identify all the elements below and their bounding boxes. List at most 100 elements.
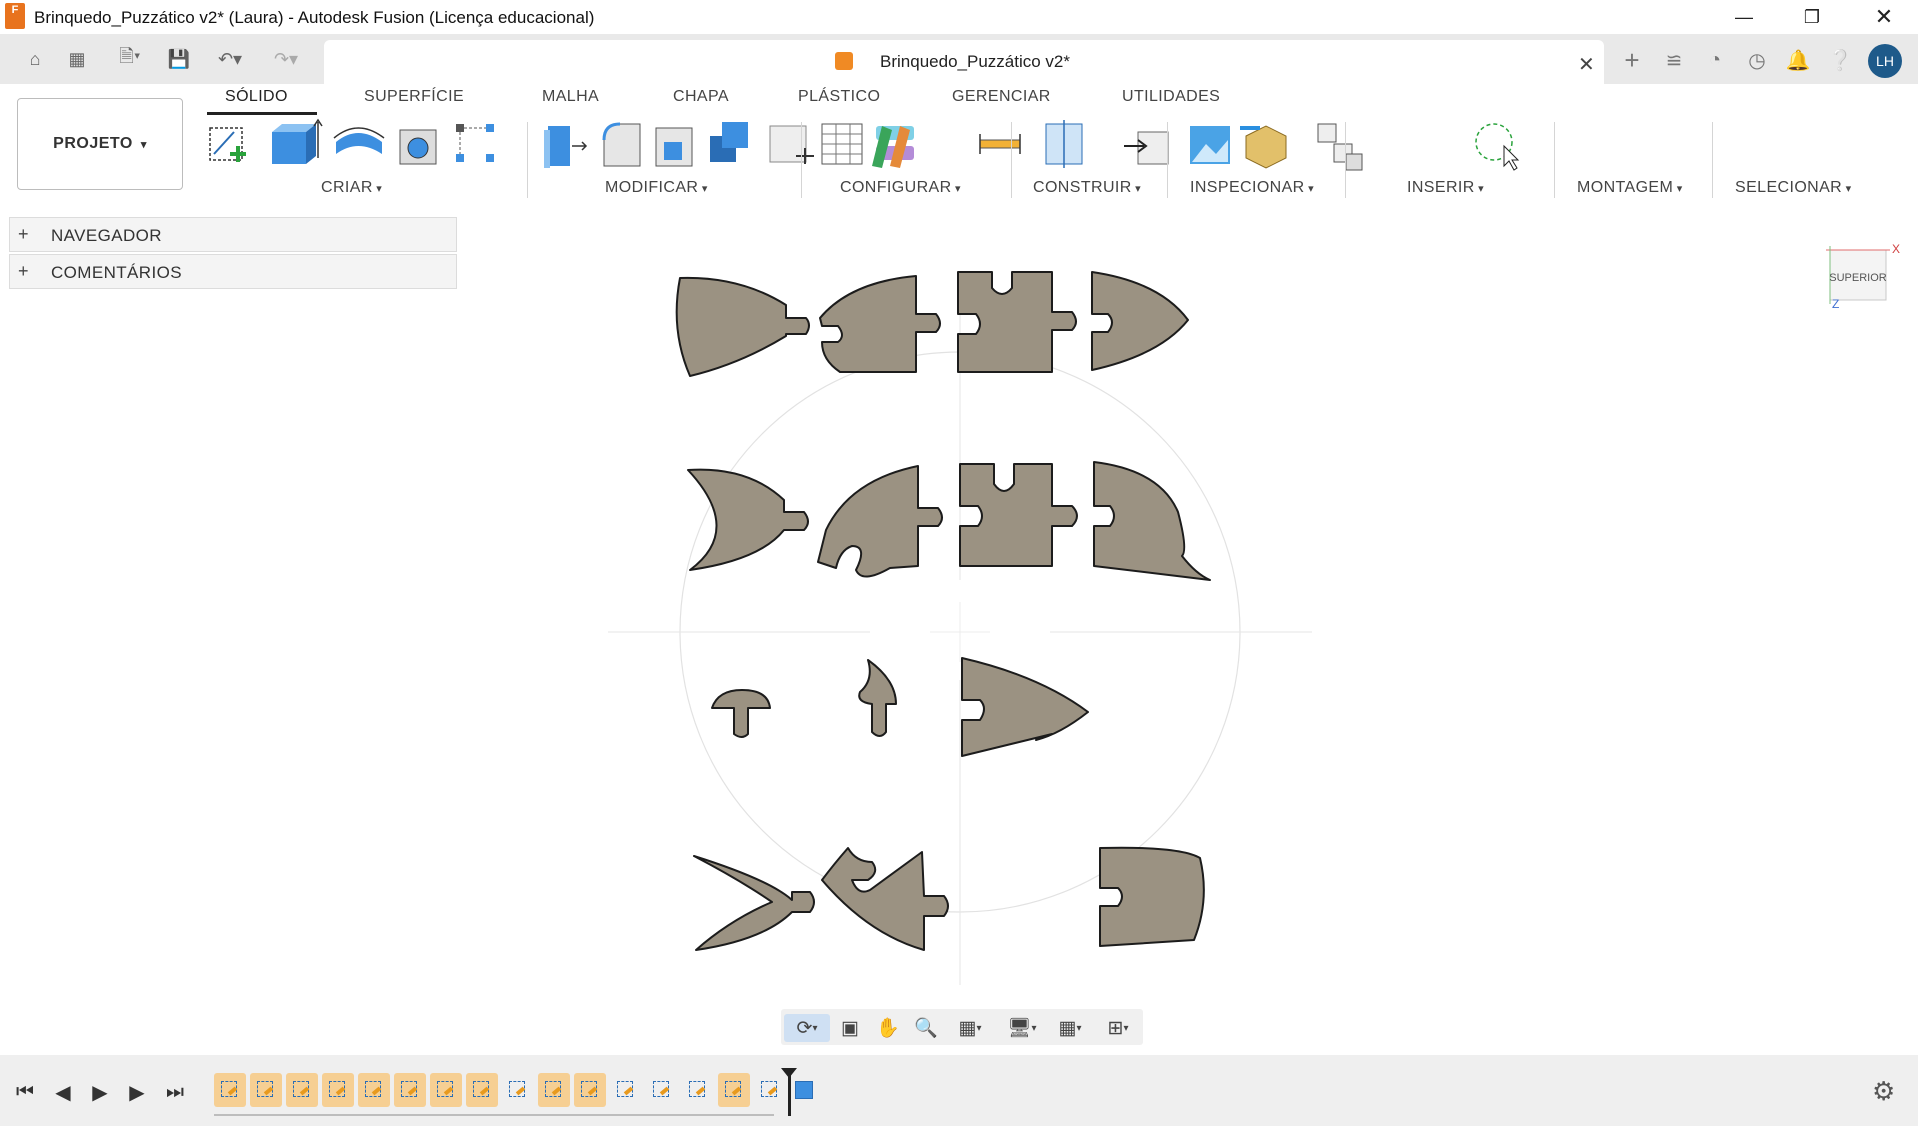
group-configurar[interactable]: CONFIGURAR	[840, 179, 961, 197]
configuration-grid-icon[interactable]	[821, 123, 863, 165]
puzzle-piece	[821, 847, 949, 951]
viewports-icon[interactable]: ⊞ ▾	[1096, 1014, 1140, 1042]
step-forward-icon[interactable]: ▶	[121, 1076, 153, 1108]
fit-window-icon[interactable]: ▦ ▾	[950, 1014, 990, 1042]
extrude-icon[interactable]	[272, 118, 323, 164]
ribbon-separator	[1011, 122, 1012, 198]
grid-settings-icon[interactable]: ▦ ▾	[1050, 1014, 1090, 1042]
step-back-icon[interactable]: ◀	[47, 1076, 79, 1108]
timeline-sketch-feature[interactable]	[574, 1073, 606, 1107]
pan-hand-icon[interactable]: ✋	[873, 1014, 903, 1042]
timeline-extrude-feature[interactable]	[790, 1073, 816, 1107]
timeline-sketch-feature[interactable]	[646, 1073, 678, 1107]
timeline-sketch-feature[interactable]	[430, 1073, 462, 1107]
extensions-icon[interactable]: ≌	[1660, 46, 1688, 74]
tab-utilidades[interactable]: UTILIDADES	[1122, 88, 1220, 106]
axis-x-label: X	[1892, 242, 1900, 256]
ribbon-tool-icons	[209, 118, 1520, 171]
close-window-button[interactable]: ✕	[1855, 0, 1913, 34]
revolve-icon[interactable]	[333, 127, 385, 154]
group-modificar[interactable]: MODIFICAR	[605, 179, 708, 197]
timeline-sketch-feature[interactable]	[250, 1073, 282, 1107]
minimize-button[interactable]: —	[1715, 0, 1773, 34]
help-icon[interactable]: ❔	[1826, 46, 1854, 74]
tab-superficie[interactable]: SUPERFÍCIE	[364, 88, 464, 106]
timeline-sketch-feature[interactable]	[718, 1073, 750, 1107]
viewcube[interactable]: X Z SUPERIOR	[1820, 240, 1900, 312]
measure-icon[interactable]	[979, 134, 1021, 154]
tab-plastico[interactable]: PLÁSTICO	[798, 88, 880, 106]
redo-icon[interactable]: ↷▾	[264, 44, 308, 74]
group-criar[interactable]: CRIAR	[321, 179, 382, 197]
timeline-sketch-feature[interactable]	[538, 1073, 570, 1107]
shell-icon[interactable]	[399, 129, 437, 165]
history-clock-icon[interactable]: ◷	[1743, 46, 1771, 74]
document-tab-title: Brinquedo_Puzzático v2*	[880, 52, 1070, 71]
tab-malha[interactable]: MALHA	[542, 88, 599, 106]
new-tab-plus-icon[interactable]: +	[1618, 45, 1646, 75]
user-avatar[interactable]: LH	[1868, 44, 1902, 78]
puzzle-piece	[817, 465, 943, 578]
puzzle-piece	[819, 275, 941, 373]
title-bar: F Brinquedo_Puzzático v2* (Laura) - Auto…	[0, 0, 1918, 34]
look-at-icon[interactable]: ▣	[835, 1014, 865, 1042]
timeline-sketch-feature[interactable]	[214, 1073, 246, 1107]
restore-button[interactable]: ❐	[1783, 0, 1841, 34]
close-tab-icon[interactable]: ✕	[1578, 52, 1595, 77]
3d-viewport[interactable]	[0, 204, 1918, 1056]
combine-icon[interactable]	[710, 122, 748, 162]
timeline-sketch-feature[interactable]	[394, 1073, 426, 1107]
timeline-sketch-feature[interactable]	[286, 1073, 318, 1107]
home-icon[interactable]: ⌂	[20, 44, 50, 74]
insert-canvas-icon[interactable]	[1190, 126, 1230, 164]
group-construir[interactable]: CONSTRUIR	[1033, 179, 1141, 197]
new-component-icon[interactable]	[1317, 123, 1363, 171]
data-panel-grid-icon[interactable]: ▦	[62, 44, 92, 74]
timeline-sketch-feature[interactable]	[682, 1073, 714, 1107]
display-settings-icon[interactable]: 🖥 ▾	[1000, 1014, 1044, 1042]
timeline-sketch-feature[interactable]	[502, 1073, 534, 1107]
tab-gerenciar[interactable]: GERENCIAR	[952, 88, 1051, 106]
press-pull-icon[interactable]	[544, 126, 588, 168]
notifications-bell-icon[interactable]: 🔔	[1784, 46, 1812, 74]
section-analysis-icon[interactable]	[1045, 120, 1083, 168]
go-to-end-icon[interactable]: ⏭	[159, 1076, 191, 1108]
configure-table-icon[interactable]	[769, 125, 814, 164]
undo-icon[interactable]: ↶▾	[208, 44, 252, 74]
zoom-icon[interactable]: 🔍	[911, 1014, 941, 1042]
timeline-sketch-feature[interactable]	[358, 1073, 390, 1107]
play-icon[interactable]: ▶	[84, 1076, 116, 1108]
group-inserir[interactable]: INSERIR	[1407, 179, 1484, 197]
tab-solido[interactable]: SÓLIDO	[225, 88, 288, 106]
select-lasso-icon[interactable]	[1475, 123, 1520, 171]
group-selecionar[interactable]: SELECIONAR	[1735, 179, 1852, 197]
pattern-icon[interactable]	[456, 124, 494, 162]
document-tab[interactable]: Brinquedo_Puzzático v2*	[324, 40, 1604, 84]
file-menu-icon[interactable]: 🗎▾	[108, 44, 152, 74]
fillet-icon[interactable]	[602, 122, 641, 167]
puzzle-piece	[687, 468, 809, 571]
ribbon-separator	[1712, 122, 1713, 198]
workspace-switcher-button[interactable]: PROJETO ▾	[17, 98, 183, 190]
insert-derive-icon[interactable]	[1124, 131, 1169, 165]
timeline-sketch-feature[interactable]	[754, 1073, 786, 1107]
ribbon-separator	[1345, 122, 1346, 198]
job-status-icon[interactable]: ◔	[1701, 46, 1729, 74]
chamfer-icon[interactable]	[655, 127, 693, 167]
puzzle-piece	[1093, 461, 1211, 581]
timeline-sketch-feature[interactable]	[610, 1073, 642, 1107]
orbit-icon[interactable]: ⟳ ▾	[784, 1014, 830, 1042]
tab-chapa[interactable]: CHAPA	[673, 88, 729, 106]
timeline-settings-gear-icon[interactable]: ⚙	[1872, 1076, 1895, 1107]
active-tab-indicator	[207, 112, 317, 115]
puzzle-piece	[858, 659, 897, 737]
timeline-sketch-feature[interactable]	[466, 1073, 498, 1107]
insert-mesh-icon[interactable]	[1240, 125, 1287, 169]
save-icon[interactable]: 💾	[164, 44, 194, 74]
puzzle-piece	[961, 657, 1089, 757]
group-montagem[interactable]: MONTAGEM	[1577, 179, 1683, 197]
timeline-sketch-feature[interactable]	[322, 1073, 354, 1107]
group-inspecionar[interactable]: INSPECIONAR	[1190, 179, 1314, 197]
go-to-start-icon[interactable]: ⏮	[9, 1076, 41, 1108]
create-sketch-icon[interactable]	[209, 127, 246, 162]
